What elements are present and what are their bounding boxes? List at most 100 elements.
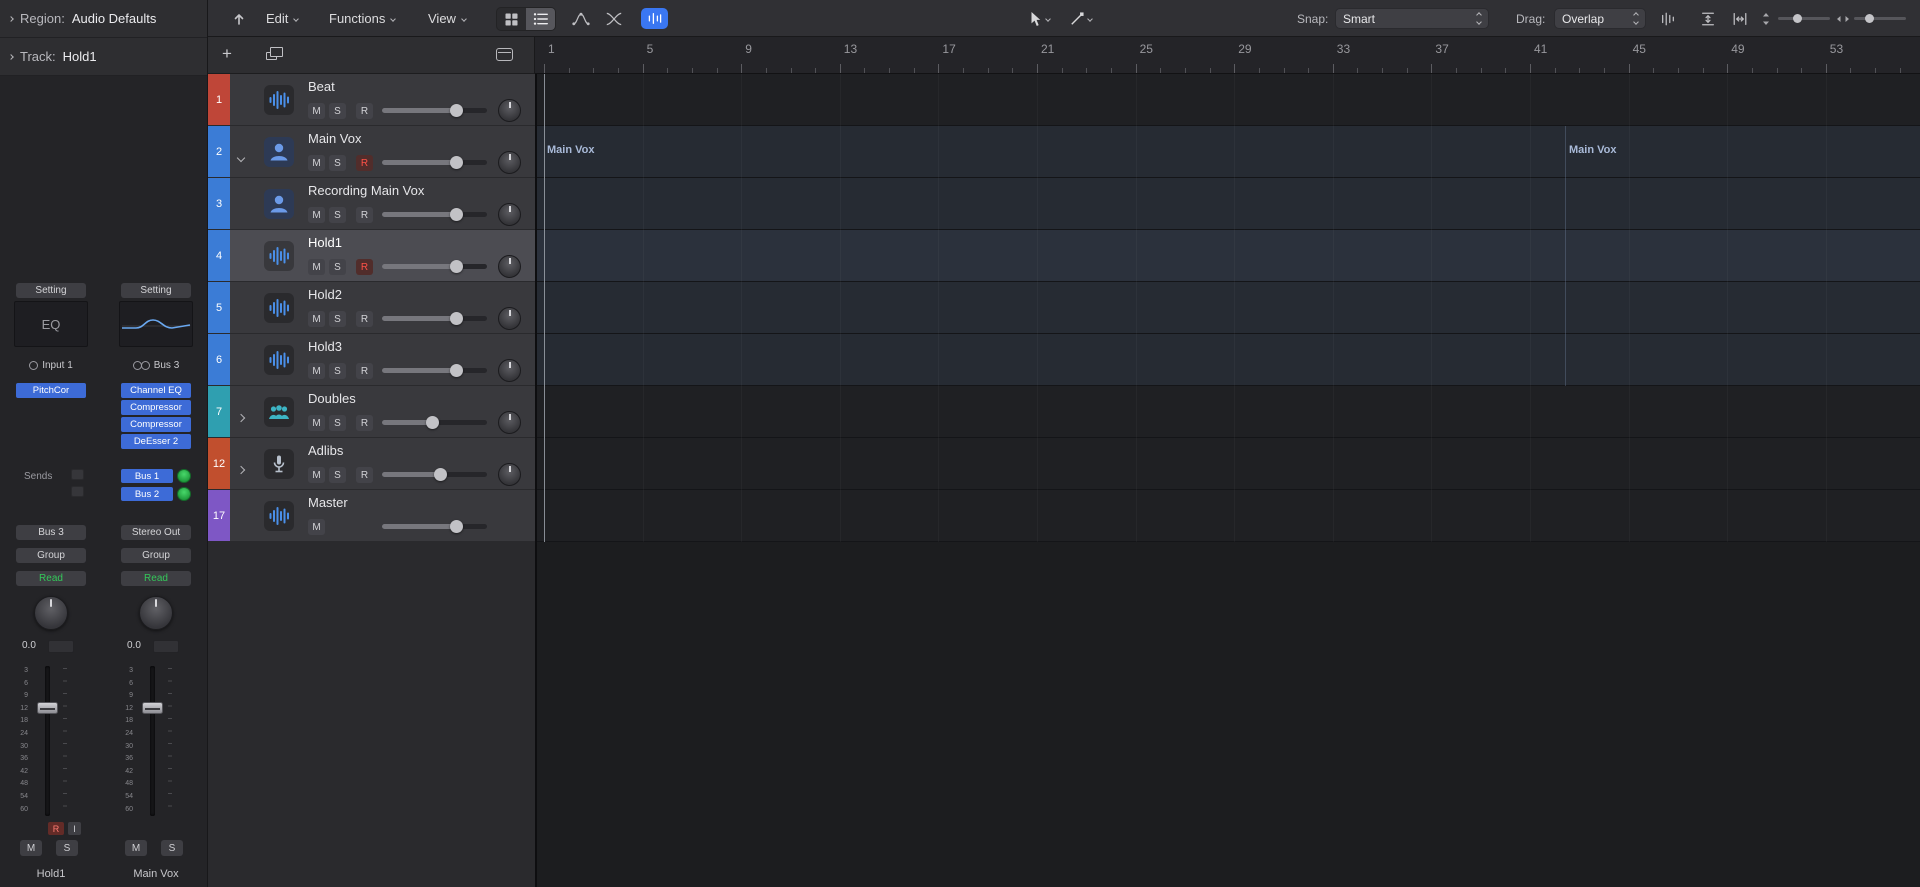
- region-name[interactable]: Main Vox: [1569, 144, 1616, 156]
- track-header-recording-main-vox[interactable]: 3 Recording Main Vox M S R: [208, 178, 535, 230]
- input-slot[interactable]: Bus 3: [115, 359, 197, 372]
- playhead[interactable]: [544, 74, 545, 542]
- mute-button[interactable]: M: [125, 840, 147, 856]
- track-lane[interactable]: [537, 126, 1920, 178]
- track-lane[interactable]: [537, 490, 1920, 542]
- solo-button[interactable]: S: [329, 155, 346, 171]
- send-slot[interactable]: Bus 1: [121, 469, 173, 483]
- track-lane[interactable]: [537, 230, 1920, 282]
- record-enable-button[interactable]: R: [48, 822, 64, 835]
- mute-button[interactable]: M: [308, 519, 325, 535]
- fader-cap[interactable]: [37, 702, 58, 714]
- setting-button[interactable]: Setting: [121, 283, 191, 298]
- disclosure-closed-icon[interactable]: [236, 460, 246, 478]
- solo-button[interactable]: S: [329, 467, 346, 483]
- volume-thumb[interactable]: [449, 156, 463, 169]
- track-lane[interactable]: [537, 334, 1920, 386]
- solo-button[interactable]: S: [329, 259, 346, 275]
- volume-slider[interactable]: [382, 208, 487, 221]
- mute-button[interactable]: M: [308, 467, 325, 483]
- flex-icon[interactable]: [601, 7, 627, 30]
- solo-button[interactable]: S: [329, 363, 346, 379]
- send-slot-empty[interactable]: [71, 486, 84, 497]
- track-name[interactable]: Master: [308, 495, 348, 510]
- track-header-hold1[interactable]: 4 Hold1 M S R: [208, 230, 535, 282]
- volume-fader[interactable]: 3 6 9 12 18 24 30 36 42 48 54 60: [10, 664, 92, 818]
- track-lane[interactable]: [537, 282, 1920, 334]
- track-header-adlibs[interactable]: 12 Adlibs M S R: [208, 438, 535, 490]
- disclosure-open-icon[interactable]: [236, 148, 246, 166]
- volume-slider[interactable]: [382, 520, 487, 533]
- pan-knob[interactable]: [498, 151, 521, 174]
- input-monitor-button[interactable]: I: [68, 822, 81, 835]
- plugin-slot[interactable]: PitchCor: [16, 383, 86, 398]
- group-button[interactable]: Group: [121, 548, 191, 563]
- pan-knob[interactable]: [34, 596, 68, 630]
- mute-button[interactable]: M: [308, 103, 325, 119]
- horizontal-zoom-slider[interactable]: [1854, 14, 1906, 23]
- solo-button[interactable]: S: [329, 103, 346, 119]
- solo-button[interactable]: S: [329, 207, 346, 223]
- secondary-tool-button[interactable]: [1070, 8, 1093, 29]
- record-button[interactable]: R: [356, 363, 373, 379]
- region-name[interactable]: Main Vox: [547, 144, 594, 156]
- mute-button[interactable]: M: [308, 259, 325, 275]
- record-button[interactable]: R: [356, 155, 373, 171]
- snap-dropdown[interactable]: Smart: [1335, 8, 1489, 29]
- track-name[interactable]: Beat: [308, 79, 335, 94]
- volume-slider[interactable]: [382, 104, 487, 117]
- send-slot[interactable]: Bus 2: [121, 487, 173, 501]
- record-button[interactable]: R: [356, 311, 373, 327]
- record-button[interactable]: R: [356, 415, 373, 431]
- track-lane[interactable]: [537, 74, 1920, 126]
- record-button[interactable]: R: [356, 259, 373, 275]
- track-name[interactable]: Hold3: [308, 339, 342, 354]
- setting-button[interactable]: Setting: [16, 283, 86, 298]
- solo-button[interactable]: S: [329, 311, 346, 327]
- mute-button[interactable]: M: [20, 840, 42, 856]
- mute-button[interactable]: M: [308, 415, 325, 431]
- disclosure-closed-icon[interactable]: [236, 408, 246, 426]
- waveform-zoom-icon[interactable]: [1657, 7, 1679, 30]
- volume-slider[interactable]: [382, 364, 487, 377]
- track-name[interactable]: Hold2: [308, 287, 342, 302]
- pan-knob[interactable]: [498, 359, 521, 382]
- back-icon[interactable]: [226, 7, 252, 30]
- drag-dropdown[interactable]: Overlap: [1554, 8, 1646, 29]
- volume-thumb[interactable]: [449, 260, 463, 273]
- pan-knob[interactable]: [498, 255, 521, 278]
- send-slot-empty[interactable]: [71, 469, 84, 480]
- track-lane[interactable]: [537, 438, 1920, 490]
- pan-knob[interactable]: [498, 203, 521, 226]
- track-header-doubles[interactable]: 7 Doubles M S R: [208, 386, 535, 438]
- solo-button[interactable]: S: [56, 840, 78, 856]
- volume-thumb[interactable]: [449, 104, 463, 117]
- plugin-slot[interactable]: Compressor: [121, 417, 191, 432]
- grid-view-icon[interactable]: [497, 8, 526, 30]
- track-lane[interactable]: [537, 178, 1920, 230]
- track-header-hold2[interactable]: 5 Hold2 M S R: [208, 282, 535, 334]
- output-button[interactable]: Stereo Out: [121, 525, 191, 540]
- mute-button[interactable]: M: [308, 207, 325, 223]
- duplicate-track-icon[interactable]: [266, 47, 283, 60]
- track-header-hold3[interactable]: 6 Hold3 M S R: [208, 334, 535, 386]
- automation-mode-button[interactable]: Read: [121, 571, 191, 586]
- record-button[interactable]: R: [356, 103, 373, 119]
- arrange-area[interactable]: Main Vox Main Vox: [535, 74, 1920, 887]
- track-header-beat[interactable]: 1 Beat M S R: [208, 74, 535, 126]
- eq-thumbnail[interactable]: EQ: [14, 301, 88, 347]
- pan-knob[interactable]: [139, 596, 173, 630]
- horizontal-zoom-icon[interactable]: [1729, 7, 1751, 30]
- volume-thumb[interactable]: [449, 520, 463, 533]
- pan-knob[interactable]: [498, 99, 521, 122]
- track-lane[interactable]: [537, 386, 1920, 438]
- group-button[interactable]: Group: [16, 548, 86, 563]
- volume-slider[interactable]: [382, 156, 487, 169]
- pan-knob[interactable]: [498, 463, 521, 486]
- volume-thumb[interactable]: [449, 364, 463, 377]
- mute-button[interactable]: M: [308, 311, 325, 327]
- slider-thumb[interactable]: [1865, 14, 1874, 23]
- mute-button[interactable]: M: [308, 155, 325, 171]
- track-name[interactable]: Recording Main Vox: [308, 183, 424, 198]
- volume-slider[interactable]: [382, 260, 487, 273]
